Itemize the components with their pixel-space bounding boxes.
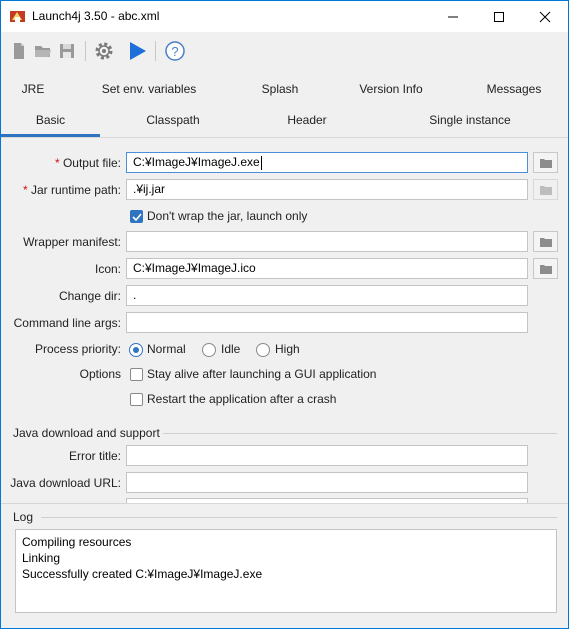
java-download-section-title: Java download and support bbox=[13, 426, 160, 440]
toolbar: ? bbox=[1, 33, 568, 69]
help-icon[interactable]: ? bbox=[163, 39, 187, 63]
jar-runtime-path-field[interactable]: .¥ij.jar bbox=[126, 179, 528, 200]
wrapper-manifest-field[interactable] bbox=[126, 231, 528, 252]
output-file-label: * Output file: bbox=[54, 156, 121, 170]
tab-jre[interactable]: JRE bbox=[1, 76, 65, 102]
tab-splash[interactable]: Splash bbox=[239, 76, 321, 102]
log-title: Log bbox=[13, 510, 34, 524]
output-file-browse-button[interactable] bbox=[533, 152, 558, 173]
jar-browse-button[interactable] bbox=[533, 179, 558, 200]
dont-wrap-label: Don't wrap the jar, launch only bbox=[147, 209, 308, 223]
tab-row-1: JRE Set env. variables Splash Version In… bbox=[1, 76, 568, 102]
java-download-url-field[interactable] bbox=[126, 472, 528, 493]
change-dir-label: Change dir: bbox=[58, 289, 121, 303]
required-marker: * bbox=[54, 156, 60, 170]
save-icon[interactable] bbox=[55, 39, 79, 63]
icon-label: Icon: bbox=[94, 262, 121, 276]
app-icon bbox=[9, 8, 26, 25]
launch4j-window: Launch4j 3.50 - abc.xml ? JRE Set env. v… bbox=[0, 0, 569, 629]
title-bar: Launch4j 3.50 - abc.xml bbox=[1, 1, 568, 32]
tab-messages[interactable]: Messages bbox=[471, 76, 557, 102]
open-icon[interactable] bbox=[31, 39, 55, 63]
process-priority-label: Process priority: bbox=[34, 342, 121, 356]
maximize-icon bbox=[494, 12, 504, 22]
tab-env-variables[interactable]: Set env. variables bbox=[85, 76, 213, 102]
change-dir-field[interactable]: . bbox=[126, 285, 528, 306]
build-icon[interactable] bbox=[125, 39, 149, 63]
close-icon bbox=[539, 11, 551, 23]
tab-version-info[interactable]: Version Info bbox=[341, 76, 441, 102]
icon-browse-button[interactable] bbox=[533, 258, 558, 279]
log-line: Compiling resources bbox=[22, 535, 132, 549]
output-file-field[interactable]: C:¥ImageJ¥ImageJ.exe bbox=[126, 152, 528, 173]
log-line: Successfully created C:¥ImageJ¥ImageJ.ex… bbox=[22, 567, 263, 581]
folder-icon bbox=[540, 238, 552, 247]
close-button[interactable] bbox=[522, 1, 568, 32]
error-title-label: Error title: bbox=[68, 449, 121, 463]
tab-divider bbox=[1, 137, 568, 138]
tab-row-2: Basic Classpath Header Single instance bbox=[1, 107, 568, 137]
maximize-button[interactable] bbox=[476, 1, 522, 32]
command-line-args-label: Command line args: bbox=[13, 316, 121, 330]
svg-text:?: ? bbox=[171, 44, 178, 59]
panel-splitter[interactable] bbox=[1, 503, 568, 508]
jar-runtime-path-label: * Jar runtime path: bbox=[22, 183, 121, 197]
priority-idle-radio[interactable] bbox=[202, 343, 216, 357]
priority-idle-label: Idle bbox=[221, 342, 241, 356]
tab-classpath[interactable]: Classpath bbox=[123, 107, 223, 133]
command-line-args-field[interactable] bbox=[126, 312, 528, 333]
folder-icon bbox=[540, 265, 552, 274]
restart-checkbox[interactable] bbox=[130, 393, 143, 406]
folder-icon bbox=[540, 186, 552, 195]
log-line: Linking bbox=[22, 551, 61, 565]
icon-field[interactable]: C:¥ImageJ¥ImageJ.ico bbox=[126, 258, 528, 279]
tab-basic[interactable]: Basic bbox=[1, 107, 100, 137]
settings-icon[interactable] bbox=[92, 39, 116, 63]
stay-alive-checkbox[interactable] bbox=[130, 368, 143, 381]
log-output[interactable]: Compiling resources Linking Successfully… bbox=[15, 529, 557, 613]
priority-normal-radio[interactable] bbox=[129, 343, 143, 357]
priority-normal-label: Normal bbox=[147, 342, 186, 356]
options-label: Options bbox=[79, 367, 121, 381]
dont-wrap-checkbox[interactable] bbox=[130, 210, 143, 223]
toolbar-separator bbox=[85, 41, 86, 61]
minimize-button[interactable] bbox=[430, 1, 476, 32]
log-divider bbox=[41, 517, 557, 518]
wrapper-manifest-label: Wrapper manifest: bbox=[23, 235, 121, 249]
required-marker: * bbox=[22, 183, 28, 197]
tab-single-instance[interactable]: Single instance bbox=[411, 107, 529, 133]
stay-alive-label: Stay alive after launching a GUI applica… bbox=[147, 367, 377, 381]
text-caret bbox=[260, 155, 262, 170]
folder-icon bbox=[540, 159, 552, 168]
new-icon[interactable] bbox=[7, 39, 31, 63]
window-title: Launch4j 3.50 - abc.xml bbox=[32, 9, 160, 23]
section-divider bbox=[163, 433, 557, 434]
java-download-url-label: Java download URL: bbox=[10, 476, 121, 490]
checkmark-icon bbox=[132, 213, 142, 222]
restart-label: Restart the application after a crash bbox=[147, 392, 337, 406]
priority-high-label: High bbox=[275, 342, 300, 356]
manifest-browse-button[interactable] bbox=[533, 231, 558, 252]
tab-header[interactable]: Header bbox=[257, 107, 357, 133]
priority-high-radio[interactable] bbox=[256, 343, 270, 357]
toolbar-separator bbox=[155, 41, 156, 61]
error-title-field[interactable] bbox=[126, 445, 528, 466]
minimize-icon bbox=[448, 16, 458, 18]
